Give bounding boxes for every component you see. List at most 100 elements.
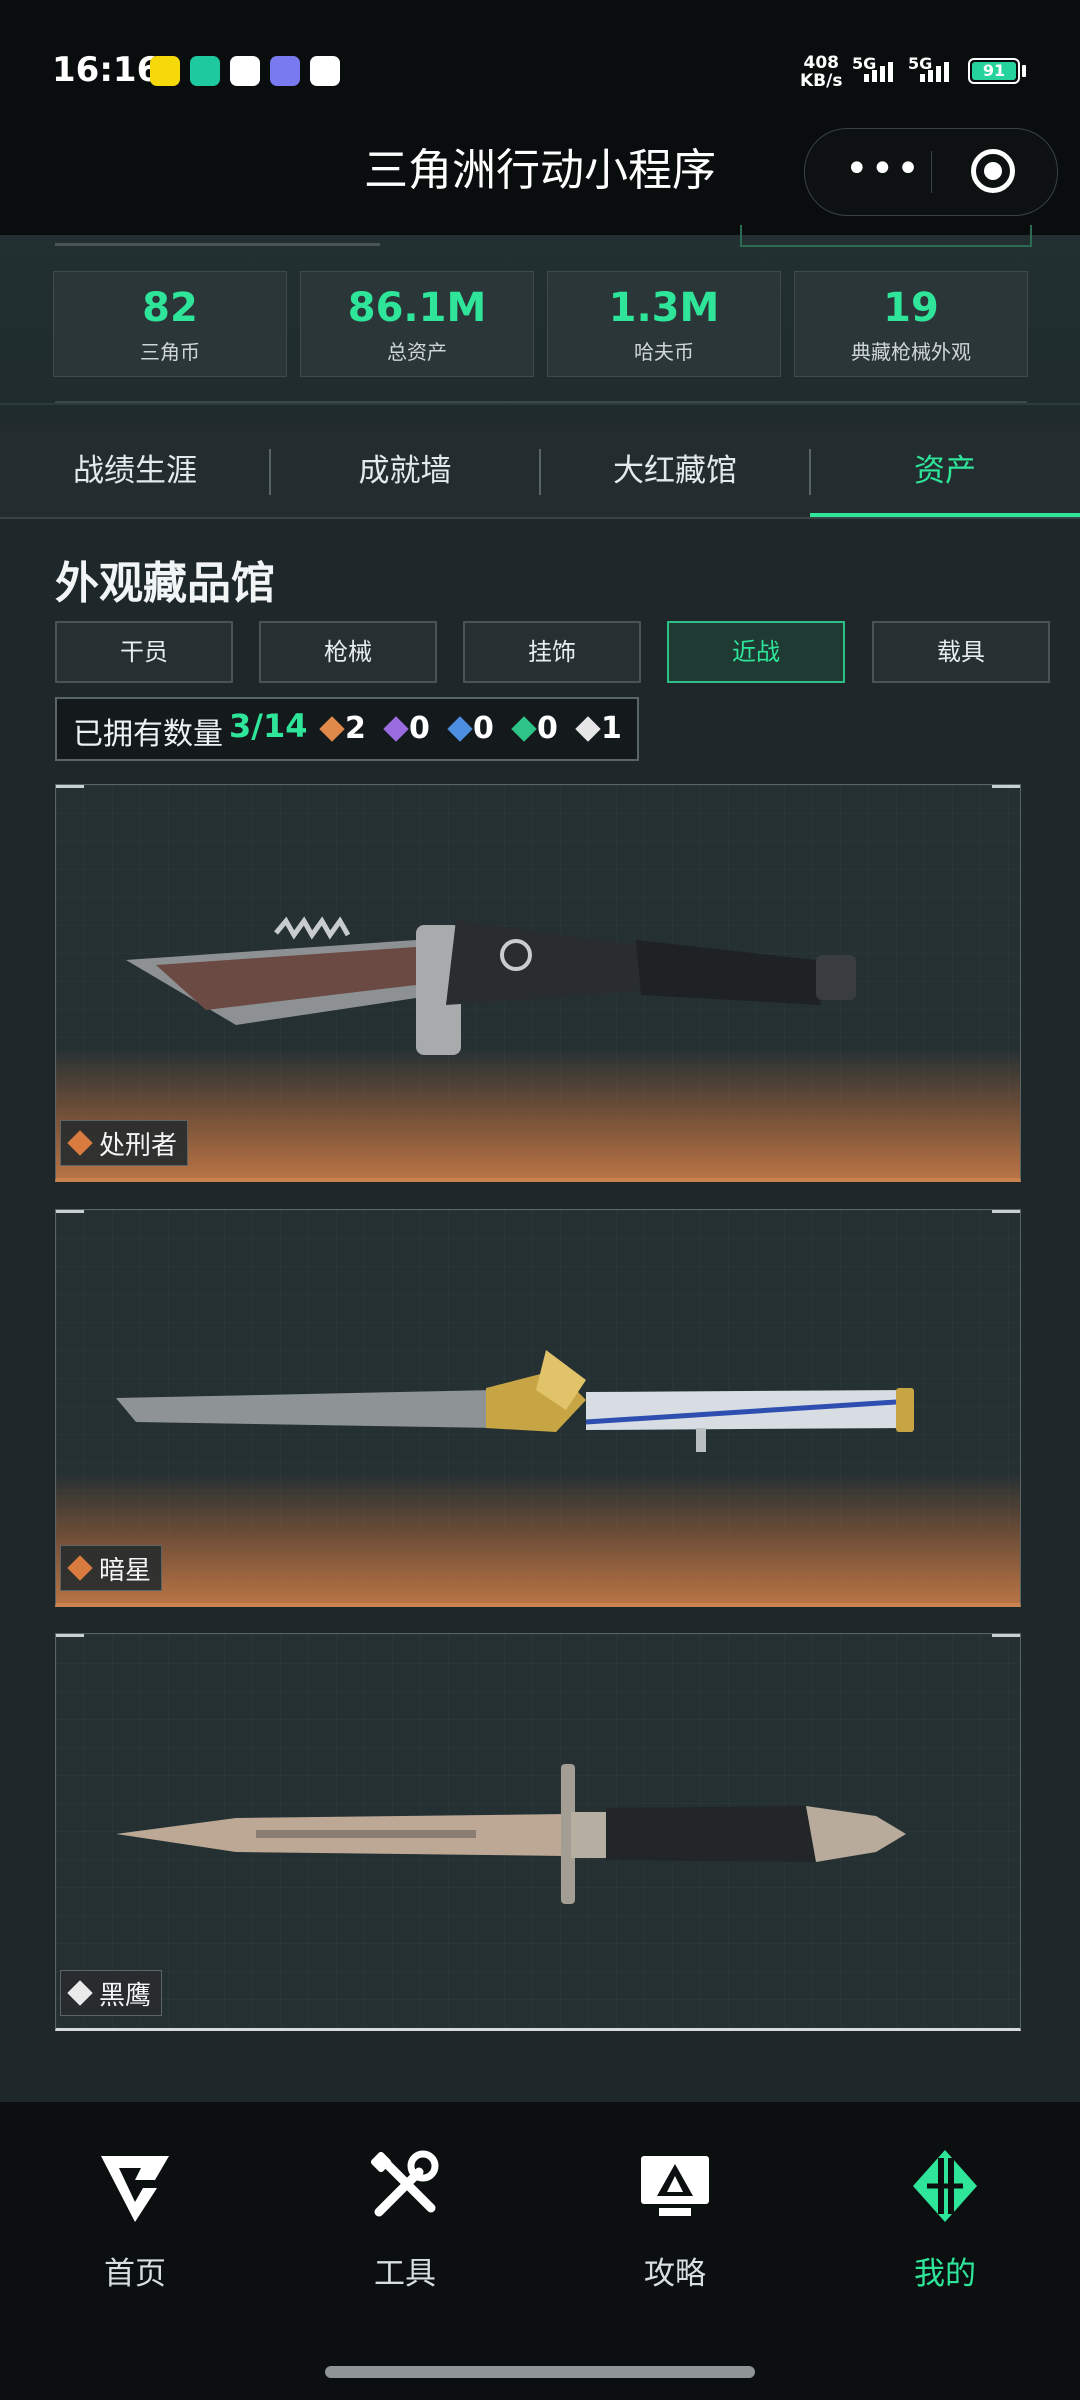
rarity-count-value: 0 (537, 711, 558, 746)
app-2-icon (190, 56, 220, 86)
orange-rarity-icon (67, 1130, 93, 1156)
battery-level: 91 (972, 62, 1016, 80)
stats-top-box (740, 225, 1032, 247)
card-corner (56, 1634, 84, 1637)
title-bar: 三角洲行动小程序 ••• (0, 128, 1080, 235)
collection-content: 外观藏品馆 干员 枪械 挂饰 近战 载具 已拥有数量 3/14 2 0 0 0 … (0, 519, 1080, 2102)
net-speed-value: 408 (803, 53, 839, 73)
tools-icon (370, 2150, 439, 2217)
target-circle-icon[interactable] (971, 149, 1015, 193)
combat-knife-image (126, 916, 856, 1055)
signal-1-icon (864, 62, 893, 82)
rarity-count-white: 1 (575, 711, 622, 746)
blue-rarity-icon (447, 715, 473, 742)
app-1-icon (150, 56, 180, 86)
stat-label: 哈夫币 (634, 340, 694, 364)
rarity-count-blue: 0 (447, 711, 494, 746)
nav-label: 我的 (914, 2256, 976, 2292)
item-name: 黑鹰 (99, 1980, 152, 2011)
guide-monitor-icon (641, 2156, 709, 2216)
rarity-count-value: 2 (345, 711, 366, 746)
profile-logo-icon (913, 2150, 977, 2222)
rarity-count-value: 1 (601, 711, 622, 746)
nav-label: 工具 (374, 2256, 436, 2292)
stat-value: 1.3M (608, 285, 720, 331)
nav-profile[interactable]: 我的 (835, 2146, 1055, 2293)
stat-card-total-assets: 86.1M 总资产 (300, 271, 534, 377)
category-charms-button[interactable]: 挂饰 (463, 621, 641, 683)
stat-label: 三角币 (140, 340, 200, 364)
stat-label: 总资产 (387, 340, 447, 364)
category-vehicles-button[interactable]: 载具 (872, 621, 1050, 683)
rarity-count-purple: 0 (383, 711, 430, 746)
owned-count-box: 已拥有数量 3/14 2 0 0 0 1 (55, 697, 639, 761)
stats-header: 82 三角币 86.1M 总资产 1.3M 哈夫币 19 典藏枪械外观 (0, 225, 1080, 425)
category-operators-button[interactable]: 干员 (55, 621, 233, 683)
item-tag: 暗星 (60, 1545, 163, 1591)
item-card-executioner[interactable]: 处刑者 (55, 784, 1021, 1182)
bayonet-knife-image (116, 1764, 906, 1904)
item-card-dark-star[interactable]: 暗星 (55, 1209, 1021, 1607)
card-corner (56, 1210, 84, 1213)
miniprogram-capsule: ••• (804, 128, 1058, 216)
signal-2-icon (920, 62, 949, 82)
orange-rarity-icon (319, 715, 345, 742)
nav-tools[interactable]: 工具 (295, 2146, 515, 2293)
category-guns-button[interactable]: 枪械 (259, 621, 437, 683)
battery-cap (1022, 65, 1026, 77)
nav-guide[interactable]: 攻略 (565, 2146, 785, 2293)
more-dots-icon[interactable]: ••• (845, 149, 922, 189)
bottom-nav: 首页 工具 攻略 我的 (0, 2102, 1080, 2400)
stats-top-line (55, 243, 380, 246)
tab-assets[interactable]: 资产 (810, 425, 1080, 517)
orange-rarity-icon (67, 1555, 93, 1581)
stat-label: 典藏枪械外观 (851, 340, 971, 364)
gold-eagle-knife-image (116, 1350, 914, 1452)
stat-card-coins: 82 三角币 (53, 271, 287, 377)
status-app-icons (150, 56, 340, 86)
card-corner (56, 785, 84, 788)
stat-value: 86.1M (347, 285, 487, 331)
owned-label: 已拥有数量 (73, 717, 223, 752)
purple-rarity-icon (383, 715, 409, 742)
card-corner (992, 1634, 1020, 1637)
nav-label: 首页 (104, 2256, 166, 2292)
net-speed: 408 KB/s (800, 54, 842, 90)
stat-value: 19 (883, 285, 939, 331)
owned-count: 3/14 (229, 707, 308, 745)
category-melee-button[interactable]: 近战 (667, 621, 845, 683)
nav-home[interactable]: 首页 (25, 2146, 245, 2293)
taobao-icon (230, 56, 260, 86)
item-tag: 处刑者 (60, 1120, 189, 1166)
home-g-logo-icon (101, 2156, 169, 2222)
profile-tabs: 战绩生涯 成就墙 大红藏馆 资产 (0, 425, 1080, 519)
item-tag: 黑鹰 (60, 1970, 163, 2016)
card-corner (992, 1210, 1020, 1213)
stat-value: 82 (142, 285, 198, 331)
app-4-icon (270, 56, 300, 86)
battery-icon: 91 (968, 58, 1020, 84)
home-indicator[interactable] (325, 2366, 755, 2378)
rarity-count-value: 0 (409, 711, 430, 746)
stat-card-hafu-coins: 1.3M 哈夫币 (547, 271, 781, 377)
rarity-count-value: 0 (473, 711, 494, 746)
item-name: 暗星 (99, 1555, 152, 1586)
tab-career-stats[interactable]: 战绩生涯 (0, 425, 270, 517)
white-rarity-icon (67, 1980, 93, 2006)
tab-achievement-wall[interactable]: 成就墙 (270, 425, 540, 517)
rarity-count-orange: 2 (319, 711, 366, 746)
white-rarity-icon (575, 715, 601, 742)
green-rarity-icon (511, 715, 537, 742)
tab-red-collection[interactable]: 大红藏馆 (540, 425, 810, 517)
net-speed-unit: KB/s (800, 71, 843, 91)
card-corner (992, 785, 1020, 788)
stat-card-weapon-skins: 19 典藏枪械外观 (794, 271, 1028, 377)
item-name: 处刑者 (99, 1130, 178, 1161)
item-card-black-hawk[interactable]: 黑鹰 (55, 1633, 1021, 2031)
stats-bottom-line (0, 401, 1080, 405)
rarity-count-green: 0 (511, 711, 558, 746)
section-title: 外观藏品馆 (55, 558, 275, 609)
status-time: 16:16 (52, 50, 161, 90)
nav-label: 攻略 (644, 2256, 706, 2292)
app-5-icon (310, 56, 340, 86)
